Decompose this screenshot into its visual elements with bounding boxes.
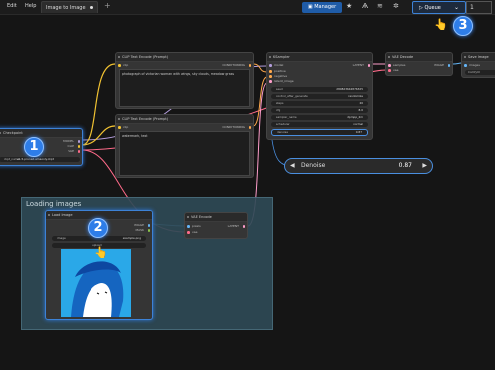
output-latent-dot[interactable] bbox=[242, 225, 245, 228]
negative-prompt-textarea[interactable]: watermark, text bbox=[119, 131, 250, 176]
wire-positive bbox=[252, 63, 268, 73]
menu-help[interactable]: Help bbox=[25, 3, 36, 9]
denoise-widget[interactable]: denoise 0.87 bbox=[271, 129, 368, 136]
input-pixels-label: pixels bbox=[192, 224, 201, 228]
top-bar: Edit Help Image to Image + ▣ Manager ★ Ѧ… bbox=[0, 0, 495, 15]
input-samples-dot[interactable] bbox=[388, 64, 391, 67]
input-images-label: images bbox=[469, 63, 480, 67]
vae-decode-title: VAE Decode bbox=[386, 53, 452, 62]
sampler-name-widget[interactable]: sampler_name dpmpp_2m bbox=[271, 115, 368, 120]
queue-count-input[interactable]: 1 bbox=[466, 1, 492, 14]
seed-widget[interactable]: seed 280823642876325 bbox=[271, 87, 368, 92]
ksampler-title: KSampler bbox=[267, 53, 372, 62]
loaded-image-preview bbox=[61, 249, 131, 317]
tab-label: Image to Image bbox=[46, 5, 86, 11]
group-title: Loading images bbox=[26, 200, 82, 208]
input-clip-dot[interactable] bbox=[118, 64, 121, 67]
steps-widget[interactable]: steps 20 bbox=[271, 101, 368, 106]
wire-clip-pos bbox=[81, 63, 116, 146]
output-clip-dot[interactable] bbox=[77, 145, 80, 148]
input-model-label: model bbox=[274, 63, 284, 67]
output-conditioning-dot[interactable] bbox=[248, 126, 251, 129]
clip-text-encode-negative-node[interactable]: CLIP Text Encode (Prompt) clip CONDITION… bbox=[115, 114, 254, 178]
cfg-widget[interactable]: cfg 8.0 bbox=[271, 108, 368, 113]
translate-icon[interactable]: Ѧ bbox=[362, 2, 368, 10]
clip-pos-title: CLIP Text Encode (Prompt) bbox=[116, 53, 253, 62]
vae-encode-title: VAE Encode bbox=[185, 213, 247, 222]
input-samples-label: samples bbox=[393, 63, 406, 67]
manager-button[interactable]: ▣ Manager bbox=[302, 2, 342, 13]
input-vae-label: vae bbox=[393, 68, 399, 72]
checkpoint-title: Checkpoint bbox=[0, 129, 82, 138]
output-mask-label: MASK bbox=[135, 228, 144, 232]
ckpt-name-widget[interactable]: ckpt_name v1-5-pruned-emaonly.ckpt bbox=[0, 157, 80, 162]
prompt-textarea[interactable]: photograph of victorian woman with wings… bbox=[119, 69, 250, 107]
output-conditioning-label: CONDITIONING bbox=[222, 125, 245, 129]
queue-label: ▷ Queue bbox=[419, 5, 441, 11]
input-images-dot[interactable] bbox=[464, 64, 467, 67]
input-positive-dot[interactable] bbox=[269, 70, 272, 73]
stack-icon[interactable]: ≋ bbox=[377, 2, 383, 10]
vae-decode-node[interactable]: VAE Decode samples vae IMAGE bbox=[385, 52, 453, 76]
chevron-down-icon[interactable]: ⌄ bbox=[454, 4, 459, 11]
puzzle-toolbar-icon[interactable]: ✲ bbox=[393, 2, 399, 10]
save-image-node[interactable]: Save Image images ComfyUI bbox=[461, 52, 495, 78]
menu-edit[interactable]: Edit bbox=[7, 3, 17, 9]
output-latent-label: LATENT bbox=[352, 63, 364, 67]
input-pixels-dot[interactable] bbox=[187, 225, 190, 228]
callout-3-badge: 3 bbox=[453, 16, 473, 36]
arrow-right-icon[interactable]: ▶ bbox=[422, 162, 427, 169]
tab-image-to-image[interactable]: Image to Image bbox=[41, 1, 98, 13]
output-mask-dot[interactable] bbox=[147, 229, 150, 232]
save-image-title: Save Image bbox=[462, 53, 495, 62]
input-clip-label: clip bbox=[123, 63, 129, 67]
input-vae-label: vae bbox=[192, 230, 198, 234]
input-model-dot[interactable] bbox=[269, 64, 272, 67]
output-image-dot[interactable] bbox=[447, 64, 450, 67]
output-conditioning-dot[interactable] bbox=[248, 64, 251, 67]
filename-prefix-widget[interactable]: ComfyUI bbox=[465, 70, 495, 75]
input-latent-dot[interactable] bbox=[269, 80, 272, 83]
pointer-hand-icon: 👆 bbox=[94, 246, 108, 259]
callout-2-badge: 2 bbox=[88, 218, 108, 238]
output-image-dot[interactable] bbox=[147, 224, 150, 227]
output-model: MODEL bbox=[63, 139, 74, 143]
output-conditioning-label: CONDITIONING bbox=[222, 63, 245, 67]
ksampler-node[interactable]: KSampler model positive negative latent_… bbox=[266, 52, 373, 140]
output-image-label: IMAGE bbox=[434, 63, 444, 67]
pointer-hand-icon: 👆 bbox=[434, 18, 448, 31]
star-icon[interactable]: ★ bbox=[346, 2, 352, 10]
unsaved-dot-icon bbox=[90, 6, 93, 9]
input-latent-label: latent_image bbox=[274, 79, 294, 83]
output-vae-dot[interactable] bbox=[77, 150, 80, 153]
denoise-slider[interactable]: ◀ Denoise 0.87 ▶ bbox=[284, 158, 433, 174]
output-latent-dot[interactable] bbox=[367, 64, 370, 67]
slider-label: Denoise bbox=[301, 162, 326, 169]
manager-label: Manager bbox=[314, 4, 337, 10]
vae-encode-node[interactable]: VAE Encode pixels vae LATENT bbox=[184, 212, 248, 239]
output-latent-label: LATENT bbox=[227, 224, 239, 228]
output-model-dot[interactable] bbox=[77, 140, 80, 143]
new-tab-plus-icon[interactable]: + bbox=[104, 1, 111, 10]
input-clip-label: clip bbox=[123, 125, 129, 129]
clip-neg-title: CLIP Text Encode (Prompt) bbox=[116, 115, 253, 124]
output-vae: VAE bbox=[68, 149, 74, 153]
input-positive-label: positive bbox=[274, 69, 286, 73]
queue-button[interactable]: ▷ Queue ⌄ bbox=[412, 1, 466, 14]
ckpt-value: v1-5-pruned-emaonly.ckpt bbox=[17, 157, 54, 161]
input-negative-dot[interactable] bbox=[269, 75, 272, 78]
scheduler-widget[interactable]: scheduler normal bbox=[271, 122, 368, 127]
input-vae-dot[interactable] bbox=[187, 231, 190, 234]
output-clip: CLIP bbox=[67, 144, 74, 148]
input-clip-dot[interactable] bbox=[118, 126, 121, 129]
input-vae-dot[interactable] bbox=[388, 69, 391, 72]
output-image-label: IMAGE bbox=[134, 223, 144, 227]
input-negative-label: negative bbox=[274, 74, 288, 78]
callout-1-badge: 1 bbox=[24, 137, 44, 157]
clip-text-encode-positive-node[interactable]: CLIP Text Encode (Prompt) clip CONDITION… bbox=[115, 52, 254, 109]
control-after-generate-widget[interactable]: control_after_generate randomize bbox=[271, 94, 368, 99]
slider-value: 0.87 bbox=[398, 162, 412, 169]
arrow-left-icon[interactable]: ◀ bbox=[290, 162, 295, 169]
